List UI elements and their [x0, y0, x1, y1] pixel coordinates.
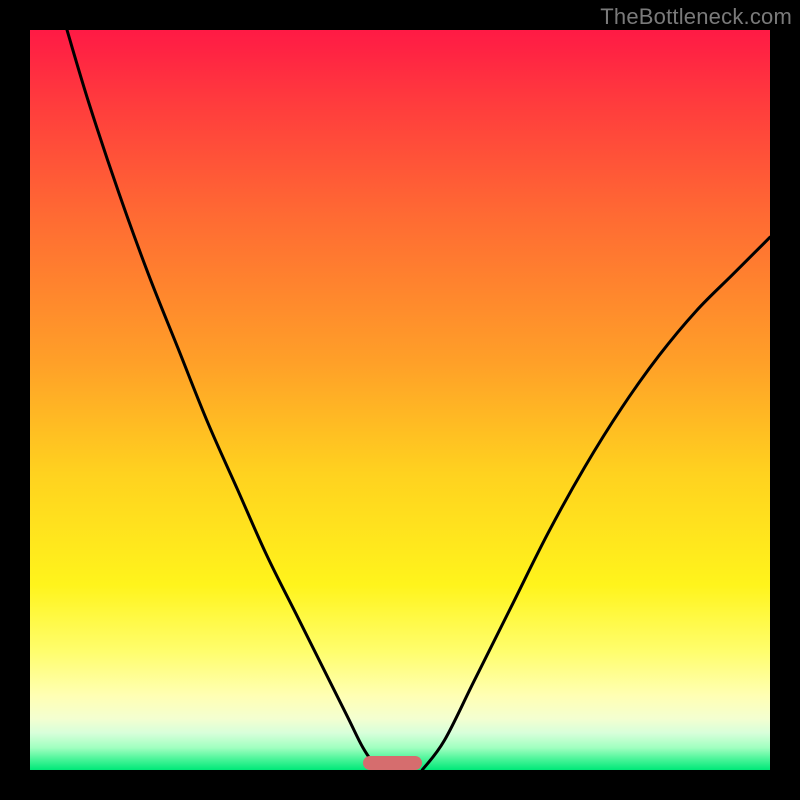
left-curve: [67, 30, 378, 770]
curves-svg: [30, 30, 770, 770]
watermark-text: TheBottleneck.com: [600, 4, 792, 30]
plot-area: [30, 30, 770, 770]
chart-frame: TheBottleneck.com: [0, 0, 800, 800]
bottleneck-marker: [363, 756, 422, 770]
right-curve: [422, 237, 770, 770]
